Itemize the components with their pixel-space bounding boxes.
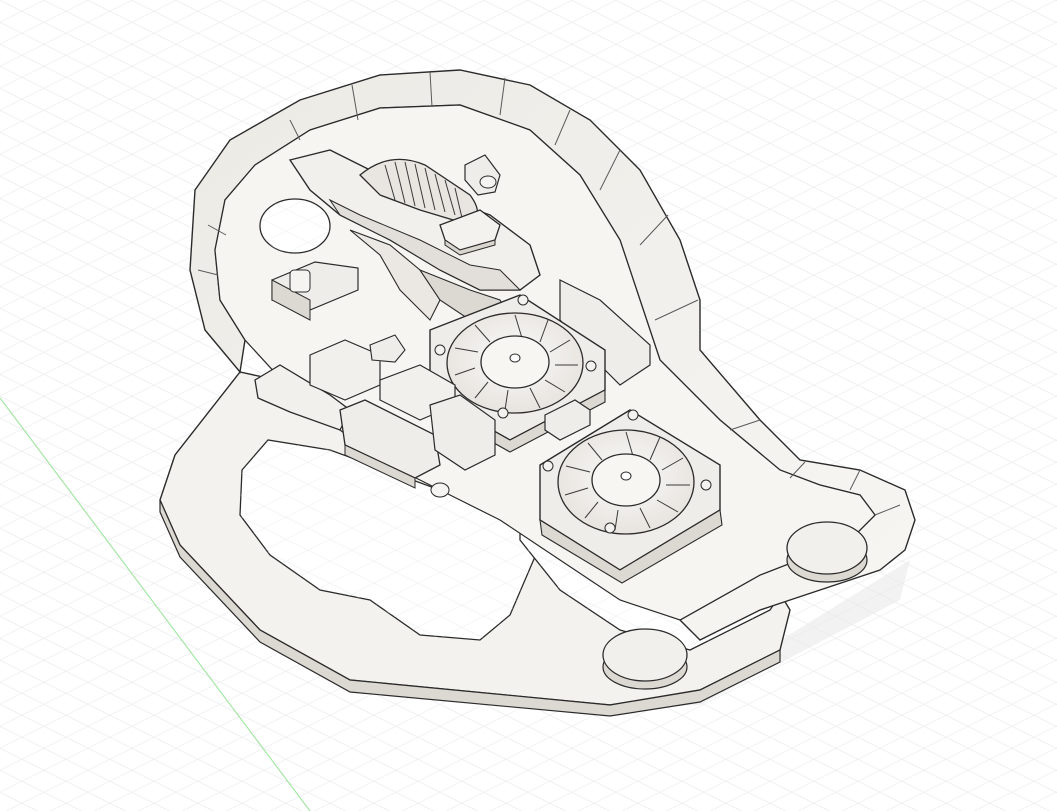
screw-icon [517,294,529,306]
glide-foot-left[interactable] [602,628,688,690]
screw-icon [700,479,712,491]
screw-icon [627,409,639,421]
screw-icon [604,522,616,534]
screw-icon [497,407,509,419]
screw-icon [585,360,597,372]
screw-icon [434,344,446,356]
cad-viewport[interactable] [0,0,1057,811]
glide-foot-right[interactable] [786,521,868,583]
cad-canvas[interactable] [0,0,1057,811]
screw-icon [542,460,554,472]
